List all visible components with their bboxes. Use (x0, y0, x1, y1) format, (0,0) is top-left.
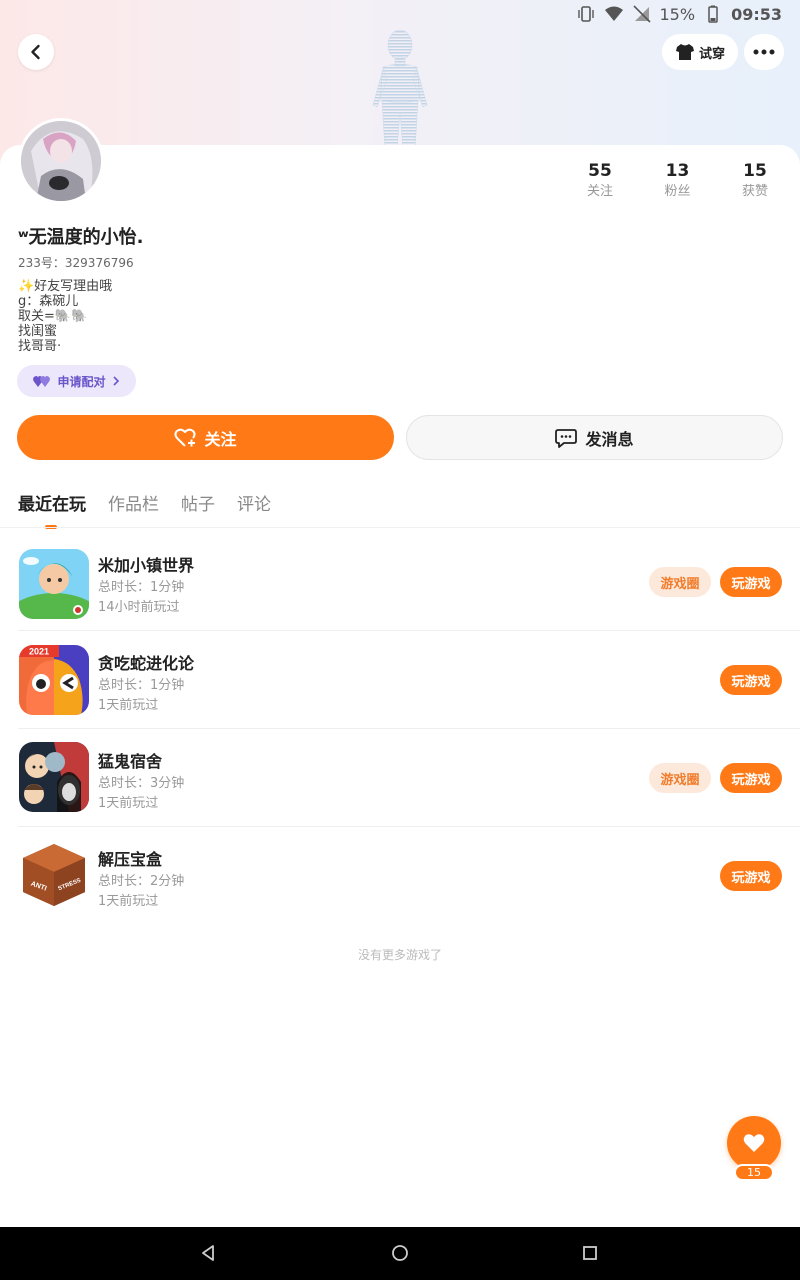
triangle-back-icon (202, 1245, 214, 1261)
status-bar: 15% 09:53 (0, 0, 800, 28)
tab-recently-played[interactable]: 最近在玩 (18, 490, 86, 529)
profile-stats: 55 关注 13 粉丝 15 获赞 (570, 160, 785, 202)
stat-value: 13 (665, 161, 690, 181)
like-count-badge: 15 (734, 1164, 774, 1181)
game-name: 米加小镇世界 (98, 556, 195, 575)
game-row[interactable]: 米加小镇世界 总时长：1分钟 14小时前玩过 游戏圈 玩游戏 (0, 533, 800, 631)
tab-works[interactable]: 作品栏 (108, 490, 159, 529)
try-on-label: 试穿 (698, 46, 725, 62)
try-on-button[interactable]: 试穿 (662, 34, 738, 70)
battery-icon (708, 5, 718, 23)
play-game-button[interactable]: 玩游戏 (720, 665, 782, 695)
more-options-button[interactable] (744, 34, 784, 70)
heart-plus-icon (174, 428, 196, 447)
game-icon-antistress: ANTI STRESS (19, 840, 89, 910)
game-duration: 总时长：3分钟 (98, 776, 185, 791)
game-last-played: 1天前玩过 (98, 894, 159, 909)
bio: ✨好友写理由哦 g：森碗儿 取关=🐘🐘 找闺蜜 找哥哥· (18, 279, 112, 354)
system-navigation-bar (0, 1227, 800, 1280)
tshirt-icon (675, 44, 694, 60)
heart-icon (743, 1134, 765, 1152)
follow-label: 关注 (204, 429, 237, 449)
double-heart-icon (33, 376, 51, 387)
send-message-label: 发消息 (585, 429, 634, 449)
nav-home-button[interactable] (388, 1241, 412, 1265)
chevron-right-icon (112, 376, 119, 386)
tabs-divider (0, 527, 800, 528)
send-message-button[interactable]: 发消息 (406, 415, 783, 460)
wifi-icon (604, 6, 623, 21)
more-dots-icon (753, 49, 775, 55)
user-id: 233号：329376796 (18, 256, 134, 270)
stat-following[interactable]: 55 关注 (570, 160, 630, 202)
game-circle-button[interactable]: 游戏圈 (649, 763, 711, 793)
play-game-button[interactable]: 玩游戏 (720, 763, 782, 793)
no-signal-icon (632, 5, 651, 23)
game-badge-year: 2021 (29, 647, 49, 657)
game-name: 解压宝盒 (98, 850, 163, 869)
game-row[interactable]: ANTI STRESS 解压宝盒 总时长：2分钟 1天前玩过 玩游戏 (0, 827, 800, 925)
stat-followers[interactable]: 13 粉丝 (648, 160, 708, 202)
play-game-button[interactable]: 玩游戏 (720, 861, 782, 891)
nav-back-button[interactable] (196, 1241, 220, 1265)
square-recents-icon (583, 1246, 597, 1260)
stat-label: 关注 (586, 184, 613, 199)
game-duration: 总时长：1分钟 (98, 580, 185, 595)
game-last-played: 14小时前玩过 (98, 600, 180, 615)
profile-tabs: 最近在玩 作品栏 帖子 评论 (18, 490, 271, 529)
stat-label: 获赞 (741, 184, 768, 199)
game-row[interactable]: 猛鬼宿舍 总时长：3分钟 1天前玩过 游戏圈 玩游戏 (0, 729, 800, 827)
bio-line: 取关=🐘🐘 (18, 309, 88, 324)
game-circle-button[interactable]: 游戏圈 (649, 567, 711, 597)
like-button[interactable] (727, 1116, 781, 1170)
game-row[interactable]: 2021 贪吃蛇进化论 总时长：1分钟 1天前玩过 玩游戏 (0, 631, 800, 729)
stat-label: 粉丝 (664, 184, 691, 199)
follow-button[interactable]: 关注 (17, 415, 394, 460)
tab-comments[interactable]: 评论 (237, 490, 271, 529)
avatar-image (21, 121, 101, 201)
nav-recents-button[interactable] (578, 1241, 602, 1265)
play-game-button[interactable]: 玩游戏 (720, 567, 782, 597)
apply-pair-label: 申请配对 (57, 374, 106, 389)
chat-bubble-icon (555, 428, 578, 448)
chevron-left-icon (31, 44, 40, 60)
game-last-played: 1天前玩过 (98, 796, 159, 811)
stat-value: 15 (743, 161, 767, 181)
bio-line: 找哥哥· (18, 339, 62, 354)
game-last-played: 1天前玩过 (98, 698, 159, 713)
avatar[interactable] (18, 118, 104, 204)
game-name: 猛鬼宿舍 (98, 752, 163, 771)
game-icon-ghost-dorm (19, 742, 89, 812)
back-button[interactable] (18, 34, 54, 70)
bio-line: ✨好友写理由哦 (18, 279, 113, 294)
battery-percent: 15% (659, 4, 696, 24)
game-duration: 总时长：2分钟 (98, 874, 185, 889)
stat-value: 55 (588, 161, 612, 181)
avatar-figure-illustration (372, 29, 428, 150)
game-duration: 总时长：1分钟 (98, 678, 185, 693)
tab-posts[interactable]: 帖子 (181, 490, 215, 529)
no-more-games-text: 没有更多游戏了 (357, 948, 442, 962)
bio-line: g：森碗儿 (18, 294, 79, 309)
game-name: 贪吃蛇进化论 (98, 654, 195, 673)
clock: 09:53 (731, 4, 782, 24)
game-icon-snake-evolution: 2021 (19, 645, 89, 715)
bio-line: 找闺蜜 (18, 324, 58, 339)
apply-pair-button[interactable]: 申请配对 (17, 365, 136, 397)
stat-likes[interactable]: 15 获赞 (725, 160, 785, 202)
game-icon-miga-town (19, 549, 89, 619)
vibrate-icon (577, 6, 594, 22)
circle-home-icon (392, 1245, 408, 1261)
nickname: ʷ无温度的小怡. (18, 227, 144, 248)
